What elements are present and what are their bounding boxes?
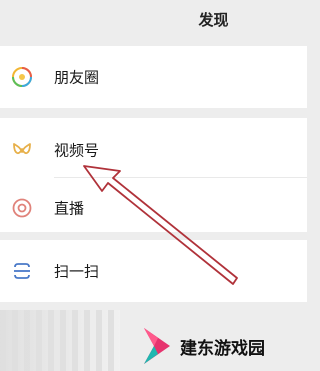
- page-title: 发现: [198, 11, 229, 29]
- menu-item-scan[interactable]: 扫一扫: [0, 241, 307, 301]
- channels-section: 视频号 直播: [0, 118, 307, 232]
- menu-item-label: 扫一扫: [54, 262, 100, 281]
- menu-item-label: 朋友圈: [54, 68, 100, 87]
- watermark-text: 建东游戏园: [180, 339, 265, 359]
- menu-item-label: 直播: [54, 199, 85, 218]
- top-bar: 发现: [0, 0, 307, 46]
- blurred-region: [0, 310, 120, 371]
- watermark: 建东游戏园: [140, 326, 307, 366]
- moments-section: 朋友圈: [0, 46, 307, 108]
- menu-item-live[interactable]: 直播: [0, 178, 307, 238]
- moments-icon: [12, 67, 32, 87]
- channels-icon: [13, 143, 31, 155]
- menu-item-moments[interactable]: 朋友圈: [0, 47, 307, 107]
- menu-item-label: 视频号: [54, 141, 100, 160]
- scan-section: 扫一扫: [0, 240, 307, 302]
- scan-icon: [14, 263, 30, 279]
- watermark-logo-icon: [144, 328, 170, 364]
- live-icon: [12, 198, 32, 218]
- menu-item-channels[interactable]: 视频号: [0, 120, 307, 180]
